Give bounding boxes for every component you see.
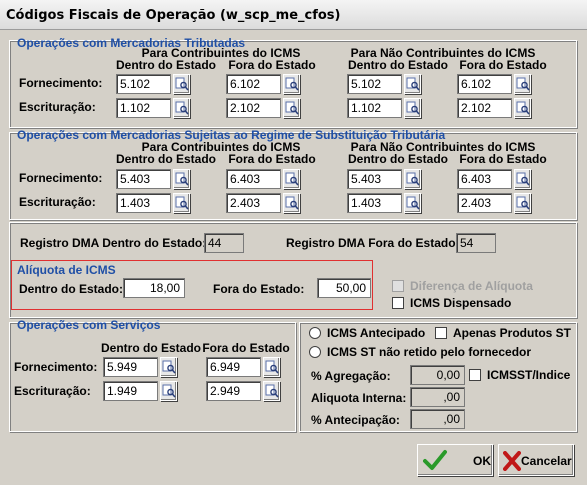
lookup-icon[interactable] [173,169,190,189]
icms-antecipado-radio[interactable] [309,327,321,339]
x-icon [503,451,521,471]
lookup-icon[interactable] [404,98,421,118]
st-escr-dentro-nao-contrib[interactable]: 1.403 [347,193,402,213]
aliquota-dentro-label: Dentro do Estado: [19,282,123,296]
window-title: Códigos Fiscais de Operação (w_scp_me_cf… [6,8,341,23]
aliquota-interna-field[interactable]: ,00 [410,387,465,407]
serv-escr-dentro[interactable]: 1.949 [103,381,158,401]
checkmark-icon [423,450,447,470]
lookup-icon[interactable] [160,357,177,377]
antecipacao-field[interactable]: ,00 [410,409,465,429]
dma-fora-label: Registro DMA Fora do Estado: [286,236,460,250]
st-options-group: ICMS Antecipado Apenas Produtos ST ICMS … [299,322,577,432]
dma-fora-field[interactable]: 54 [456,233,496,253]
ok-button-label: OK [473,454,491,468]
lookup-icon[interactable] [173,193,190,213]
lookup-icon[interactable] [514,98,531,118]
hdr-dentro-nc: Dentro do Estado [347,58,448,72]
hdr-fora-nc: Fora do Estado [459,152,547,166]
st-forn-fora-contrib[interactable]: 6.403 [226,169,281,189]
trib-forn-fora-contrib[interactable]: 6.102 [226,74,281,94]
lookup-icon[interactable] [173,74,190,94]
hdr-dentro-nc: Dentro do Estado [347,152,448,166]
st-escr-dentro-contrib[interactable]: 1.403 [116,193,171,213]
apenas-produtos-st-label: Apenas Produtos ST [453,326,572,340]
aliquota-dentro-field[interactable]: 18,00 [123,278,185,298]
lookup-icon[interactable] [283,169,300,189]
servicos-title: Operações com Serviços [17,318,161,332]
hdr-fora: Fora do Estado [228,58,316,72]
tributadas-group: Operações com Mercadorias Tributadas Par… [9,36,577,128]
dma-dentro-field[interactable]: 44 [204,233,244,253]
serv-forn-dentro[interactable]: 5.949 [103,357,158,377]
agregacao-field[interactable]: 0,00 [410,365,465,385]
lookup-icon[interactable] [263,357,280,377]
icmsst-indice-label: ICMSST/Indice [487,368,571,382]
servicos-group: Operações com Serviços Dentro do Estado … [9,318,296,432]
lookup-icon[interactable] [173,98,190,118]
trib-escr-dentro-nao-contrib[interactable]: 1.102 [347,98,402,118]
st-forn-dentro-nao-contrib[interactable]: 5.403 [347,169,402,189]
serv-escr-fora[interactable]: 2.949 [206,381,261,401]
trib-escr-fora-contrib[interactable]: 2.102 [226,98,281,118]
icms-dispensado-checkbox[interactable] [392,297,404,309]
apenas-produtos-st-checkbox[interactable] [435,327,447,339]
dma-dentro-label: Registro DMA Dentro do Estado: [20,236,207,250]
fornecimento-label: Fornecimento: [19,76,103,90]
cancel-button-label: Cancelar [521,454,572,468]
aliquota-frame: Alíquota de ICMS Dentro do Estado: 18,00… [11,260,373,310]
serv-hdr-dentro: Dentro do Estado [100,341,201,355]
hdr-fora: Fora do Estado [228,152,316,166]
lookup-icon[interactable] [514,193,531,213]
diferenca-aliquota-label: Diferença de Alíquota [410,279,533,293]
lookup-icon[interactable] [404,169,421,189]
icmsst-indice-checkbox[interactable] [469,369,481,381]
icms-dispensado-label: ICMS Dispensado [410,296,512,310]
fornecimento-label: Fornecimento: [19,171,103,185]
icms-st-nao-retido-label: ICMS ST não retido pelo fornecedor [327,345,532,359]
trib-escr-dentro-contrib[interactable]: 1.102 [116,98,171,118]
lookup-icon[interactable] [160,381,177,401]
lookup-icon[interactable] [404,193,421,213]
lookup-icon[interactable] [263,381,280,401]
substituicao-group: Operações com Mercadorias Sujeitas ao Re… [9,128,577,220]
icms-antecipado-label: ICMS Antecipado [327,326,426,340]
hdr-dentro: Dentro do Estado [115,152,216,166]
aliquota-fora-field[interactable]: 50,00 [317,278,371,298]
title-bar: Códigos Fiscais de Operação (w_scp_me_cf… [0,0,587,30]
serv-fornecimento-label: Fornecimento: [14,360,98,374]
lookup-icon[interactable] [283,74,300,94]
trib-escr-fora-nao-contrib[interactable]: 2.102 [457,98,512,118]
dma-group: Registro DMA Dentro do Estado: 44 Regist… [9,222,577,318]
st-escr-fora-contrib[interactable]: 2.403 [226,193,281,213]
hdr-dentro: Dentro do Estado [115,58,216,72]
aliquota-fora-label: Fora do Estado: [213,282,305,296]
serv-hdr-fora: Fora do Estado [202,341,290,355]
aliquota-title: Alíquota de ICMS [17,263,116,277]
serv-forn-fora[interactable]: 6.949 [206,357,261,377]
antecipacao-label: % Antecipação: [311,413,400,427]
aliquota-interna-label: Aliquota Interna: [311,391,407,405]
serv-escrituracao-label: Escrituração: [14,384,91,398]
hdr-fora-nc: Fora do Estado [459,58,547,72]
diferenca-aliquota-checkbox[interactable] [392,280,404,292]
agregacao-label: % Agregação: [311,369,391,383]
lookup-icon[interactable] [404,74,421,94]
trib-forn-dentro-contrib[interactable]: 5.102 [116,74,171,94]
st-forn-fora-nao-contrib[interactable]: 6.403 [457,169,512,189]
lookup-icon[interactable] [283,98,300,118]
escrituracao-label: Escrituração: [19,195,96,209]
lookup-icon[interactable] [283,193,300,213]
st-escr-fora-nao-contrib[interactable]: 2.403 [457,193,512,213]
dialog-body: Operações com Mercadorias Tributadas Par… [0,30,587,485]
ok-button[interactable]: OK [417,444,493,476]
trib-forn-dentro-nao-contrib[interactable]: 5.102 [347,74,402,94]
lookup-icon[interactable] [514,74,531,94]
st-forn-dentro-contrib[interactable]: 5.403 [116,169,171,189]
cancel-button[interactable]: Cancelar [498,444,574,476]
lookup-icon[interactable] [514,169,531,189]
icms-st-nao-retido-radio[interactable] [309,346,321,358]
escrituracao-label: Escrituração: [19,100,96,114]
trib-forn-fora-nao-contrib[interactable]: 6.102 [457,74,512,94]
